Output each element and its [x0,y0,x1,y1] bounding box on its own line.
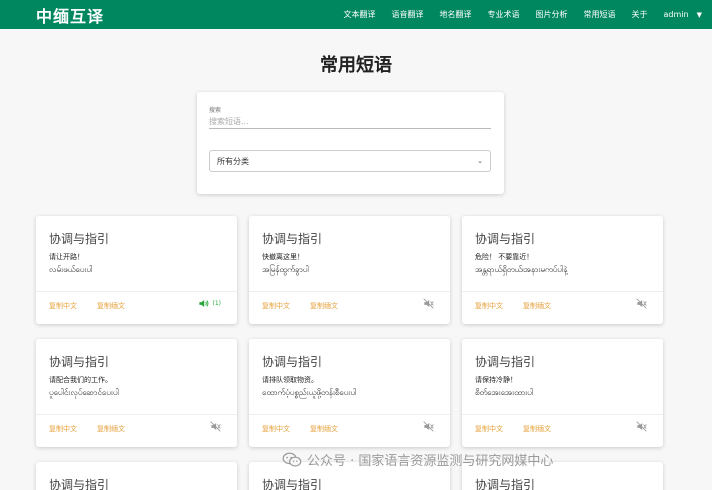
wechat-icon [282,452,302,467]
phrase-category: 协调与指引 [49,478,110,490]
play-audio-button[interactable] [210,421,221,432]
phrase-chinese: 请排队领取物资。 [262,376,318,384]
play-audio-button[interactable] [636,298,647,309]
phrase-card: 协调与指引 请配合我们的工作。 ပူပေါင်းလုပ်ဆောင်ပေးပါ 复… [36,339,237,447]
play-audio-button[interactable] [423,421,434,432]
search-label: 搜索 [209,107,222,114]
copy-chinese-button[interactable]: 复制中文 [262,301,290,311]
volume-mute-icon [423,298,434,309]
top-navbar: 中缅互译 文本翻译 语音翻译 地名翻译 专业术语 图片分析 常用短语 关于 ad… [0,0,712,29]
phrase-chinese: 请配合我们的工作。 [49,376,112,384]
phrase-chinese: 危险！ 不要靠近！ [475,253,534,261]
audio-play-count: (1) [212,300,222,307]
volume-mute-icon [636,298,647,309]
phrase-card: 协调与指引 快撤离这里！ အမြန်ထွက်ခွာပါ 复制中文 复制缅文 [249,216,450,324]
phrase-burmese: ထောက်ပံ့ပစ္စည်းယူဖို့တန်းစီပေးပါ [262,388,357,397]
card-divider [36,291,237,292]
nav-voice-translate[interactable]: 语音翻译 [392,9,424,20]
category-select[interactable]: 所有分类 ⌄ [209,150,491,172]
watermark: 公众号 · 国家语言资源监测与研究网媒中心 [282,450,553,469]
copy-burmese-button[interactable]: 复制缅文 [310,424,338,434]
copy-burmese-button[interactable]: 复制缅文 [97,301,125,311]
copy-chinese-button[interactable]: 复制中文 [262,424,290,434]
page-title: 常用短语 [320,55,392,76]
card-divider [36,414,237,415]
copy-burmese-button[interactable]: 复制缅文 [97,424,125,434]
phrase-category: 协调与指引 [49,355,110,369]
nav-place-translate[interactable]: 地名翻译 [440,9,472,20]
phrase-burmese: လမ်းဖယ်ပေးပါ [49,265,93,274]
phrase-card-grid: 协调与指引 请让开路！ လမ်းဖယ်ပေးပါ 复制中文 复制缅文 (1) 协… [36,216,663,490]
phrase-category: 协调与指引 [262,232,323,246]
user-menu[interactable]: admin ▼ [664,10,702,19]
phrase-category: 协调与指引 [262,355,323,369]
phrase-card: 协调与指引 请让开路！ လမ်းဖယ်ပေးပါ 复制中文 复制缅文 (1) [36,216,237,324]
nav-terminology[interactable]: 专业术语 [488,9,520,20]
copy-burmese-button[interactable]: 复制缅文 [523,424,551,434]
copy-burmese-button[interactable]: 复制缅文 [523,301,551,311]
card-divider [249,291,450,292]
nav-image-analysis[interactable]: 图片分析 [536,9,568,20]
phrase-category: 协调与指引 [475,355,536,369]
phrase-chinese: 请让开路！ [49,253,84,261]
phrase-burmese: အန္တရာယ်ရှိတယ်၊အနားမကပ်ပါနဲ့ [475,265,568,274]
nav-text-translate[interactable]: 文本翻译 [344,9,376,20]
phrase-card: 协调与指引 [36,462,237,490]
copy-chinese-button[interactable]: 复制中文 [49,424,77,434]
volume-mute-icon [423,421,434,432]
phrase-chinese: 请保持冷静！ [475,376,517,384]
volume-mute-icon [210,421,221,432]
copy-chinese-button[interactable]: 复制中文 [475,424,503,434]
phrase-category: 协调与指引 [475,232,536,246]
phrase-category: 协调与指引 [262,478,323,490]
phrase-category: 协调与指引 [475,478,536,490]
phrase-category: 协调与指引 [49,232,110,246]
volume-mute-icon [636,421,647,432]
search-input[interactable] [209,115,491,129]
nav-menu: 文本翻译 语音翻译 地名翻译 专业术语 图片分析 常用短语 关于 admin ▼ [328,9,702,20]
brand-logo[interactable]: 中缅互译 [36,3,104,27]
nav-common-phrases[interactable]: 常用短语 [584,9,616,20]
phrase-chinese: 快撤离这里！ [262,253,304,261]
phrase-card: 协调与指引 请排队领取物资。 ထောက်ပံ့ပစ္စည်းယူဖို့တန်း… [249,339,450,447]
phrase-burmese: ပူပေါင်းလုပ်ဆောင်ပေးပါ [49,388,119,397]
category-selected-value: 所有分类 [217,156,249,166]
phrase-burmese: စိတ်အေးအေးထားပါ [475,388,534,397]
card-divider [249,414,450,415]
caret-down-icon: ▼ [696,10,702,19]
phrase-burmese: အမြန်ထွက်ခွာပါ [262,265,309,274]
play-audio-button[interactable]: (1) [198,298,222,309]
copy-burmese-button[interactable]: 复制缅文 [310,301,338,311]
card-divider [462,291,663,292]
user-name: admin [663,10,689,19]
filter-card: 搜索 所有分类 ⌄ [197,92,504,194]
phrase-card: 协调与指引 危险！ 不要靠近！ အန္တရာယ်ရှိတယ်၊အနားမကပ်ပ… [462,216,663,324]
play-audio-button[interactable] [423,298,434,309]
volume-up-icon [198,300,208,307]
nav-about[interactable]: 关于 [632,9,648,20]
play-audio-button[interactable] [636,421,647,432]
chevron-down-icon: ⌄ [477,157,483,165]
copy-chinese-button[interactable]: 复制中文 [49,301,77,311]
card-divider [462,414,663,415]
copy-chinese-button[interactable]: 复制中文 [475,301,503,311]
phrase-card: 协调与指引 请保持冷静！ စိတ်အေးအေးထားပါ 复制中文 复制缅文 [462,339,663,447]
watermark-text: 公众号 · 国家语言资源监测与研究网媒中心 [307,454,554,469]
